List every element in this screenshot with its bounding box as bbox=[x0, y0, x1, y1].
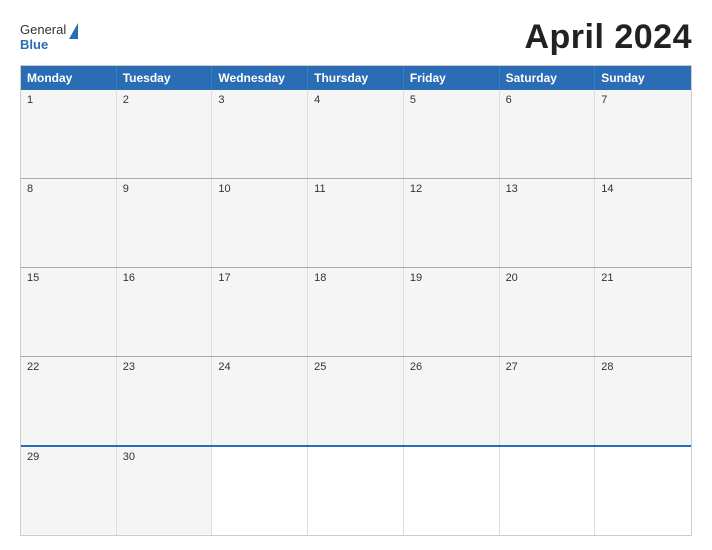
day-cell: 28 bbox=[595, 357, 691, 445]
day-number: 30 bbox=[123, 451, 135, 463]
calendar: MondayTuesdayWednesdayThursdayFridaySatu… bbox=[20, 65, 692, 536]
day-cell: 21 bbox=[595, 268, 691, 356]
weeks-container: 1234567891011121314151617181920212223242… bbox=[21, 90, 691, 535]
day-header-wednesday: Wednesday bbox=[212, 66, 308, 90]
day-number: 17 bbox=[218, 272, 230, 284]
day-number: 4 bbox=[314, 94, 320, 106]
day-number: 19 bbox=[410, 272, 422, 284]
day-cell: 10 bbox=[212, 179, 308, 267]
day-number: 28 bbox=[601, 361, 613, 373]
day-cell: 18 bbox=[308, 268, 404, 356]
day-cell: 19 bbox=[404, 268, 500, 356]
day-cell: 30 bbox=[117, 447, 213, 535]
day-number: 7 bbox=[601, 94, 607, 106]
day-number: 8 bbox=[27, 183, 33, 195]
day-cell: 3 bbox=[212, 90, 308, 178]
day-cell bbox=[212, 447, 308, 535]
day-cell: 23 bbox=[117, 357, 213, 445]
day-cell: 4 bbox=[308, 90, 404, 178]
day-number: 21 bbox=[601, 272, 613, 284]
day-cell bbox=[308, 447, 404, 535]
day-header-tuesday: Tuesday bbox=[117, 66, 213, 90]
day-number: 12 bbox=[410, 183, 422, 195]
day-number: 2 bbox=[123, 94, 129, 106]
calendar-title: April 2024 bbox=[524, 18, 692, 57]
page-header: General Blue April 2024 bbox=[20, 18, 692, 57]
day-number: 5 bbox=[410, 94, 416, 106]
day-cell: 2 bbox=[117, 90, 213, 178]
week-row-2: 8 9 10 11 12 13 14 bbox=[21, 178, 691, 267]
day-cell: 13 bbox=[500, 179, 596, 267]
logo: General Blue bbox=[20, 22, 78, 52]
day-number: 1 bbox=[27, 94, 33, 106]
day-cell: 17 bbox=[212, 268, 308, 356]
day-cell: 22 bbox=[21, 357, 117, 445]
day-header-sunday: Sunday bbox=[595, 66, 691, 90]
day-cell: 5 bbox=[404, 90, 500, 178]
day-header-friday: Friday bbox=[404, 66, 500, 90]
day-cell: 6 bbox=[500, 90, 596, 178]
week-row-4: 22 23 24 25 26 27 28 bbox=[21, 356, 691, 445]
day-number: 16 bbox=[123, 272, 135, 284]
day-cell: 12 bbox=[404, 179, 500, 267]
day-number: 11 bbox=[314, 183, 325, 195]
day-header-saturday: Saturday bbox=[500, 66, 596, 90]
day-number: 23 bbox=[123, 361, 135, 373]
day-number: 22 bbox=[27, 361, 39, 373]
day-cell: 15 bbox=[21, 268, 117, 356]
day-cell bbox=[500, 447, 596, 535]
day-cell: 1 bbox=[21, 90, 117, 178]
day-number: 10 bbox=[218, 183, 230, 195]
logo-blue-text: Blue bbox=[20, 37, 48, 53]
day-number: 18 bbox=[314, 272, 326, 284]
day-cell: 8 bbox=[21, 179, 117, 267]
day-cell: 25 bbox=[308, 357, 404, 445]
day-cell: 11 bbox=[308, 179, 404, 267]
day-number: 3 bbox=[218, 94, 224, 106]
day-cell: 16 bbox=[117, 268, 213, 356]
day-cell: 14 bbox=[595, 179, 691, 267]
day-cell bbox=[404, 447, 500, 535]
week-row-5: 29 30 bbox=[21, 445, 691, 535]
day-number: 20 bbox=[506, 272, 518, 284]
day-headers-row: MondayTuesdayWednesdayThursdayFridaySatu… bbox=[21, 66, 691, 90]
logo-triangle-icon bbox=[69, 23, 78, 39]
day-header-monday: Monday bbox=[21, 66, 117, 90]
day-cell: 24 bbox=[212, 357, 308, 445]
day-number: 9 bbox=[123, 183, 129, 195]
week-row-1: 1 2 3 4 5 6 7 bbox=[21, 90, 691, 178]
day-number: 29 bbox=[27, 451, 39, 463]
day-number: 24 bbox=[218, 361, 230, 373]
logo-general-text: General bbox=[20, 22, 66, 38]
day-number: 6 bbox=[506, 94, 512, 106]
week-row-3: 15 16 17 18 19 20 21 bbox=[21, 267, 691, 356]
day-number: 27 bbox=[506, 361, 518, 373]
day-cell: 26 bbox=[404, 357, 500, 445]
day-number: 15 bbox=[27, 272, 39, 284]
day-number: 13 bbox=[506, 183, 518, 195]
day-cell: 20 bbox=[500, 268, 596, 356]
day-number: 14 bbox=[601, 183, 613, 195]
day-cell: 7 bbox=[595, 90, 691, 178]
day-cell: 27 bbox=[500, 357, 596, 445]
day-number: 26 bbox=[410, 361, 422, 373]
day-header-thursday: Thursday bbox=[308, 66, 404, 90]
day-cell: 9 bbox=[117, 179, 213, 267]
day-cell: 29 bbox=[21, 447, 117, 535]
day-cell bbox=[595, 447, 691, 535]
day-number: 25 bbox=[314, 361, 326, 373]
